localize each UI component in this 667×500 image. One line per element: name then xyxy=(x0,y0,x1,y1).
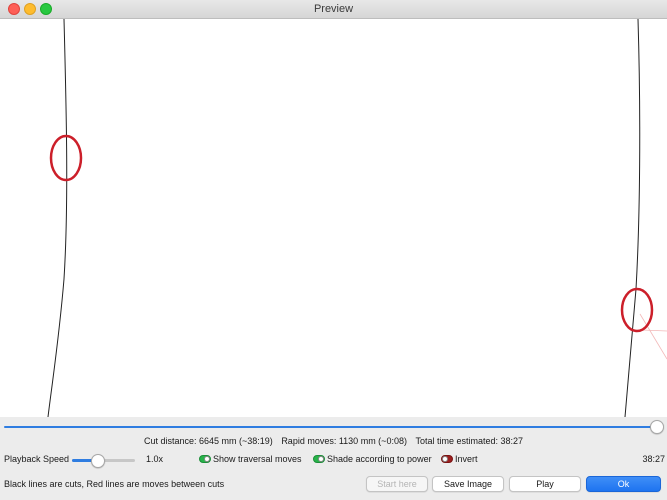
toggle-knob xyxy=(442,456,448,462)
save-image-button[interactable]: Save Image xyxy=(432,476,504,492)
play-button[interactable]: Play xyxy=(509,476,581,492)
traversal-move-line xyxy=(639,313,667,360)
cut-path-right xyxy=(624,19,641,417)
cut-distance: Cut distance: 6645 mm (~38:19) xyxy=(143,436,273,446)
highlight-circle xyxy=(620,287,654,333)
elapsed-time: 38:27 xyxy=(642,454,665,464)
preview-drawing xyxy=(47,19,667,417)
total-time: Total time estimated: 38:27 xyxy=(415,436,524,446)
toggle-knob xyxy=(204,456,210,462)
playback-timeline[interactable] xyxy=(0,418,667,434)
shade-power-toggle-label[interactable]: Shade according to power xyxy=(327,454,432,464)
playback-speed-value: 1.0x xyxy=(146,454,164,464)
timeline-track[interactable] xyxy=(4,426,655,428)
traversal-toggle[interactable] xyxy=(199,455,211,463)
preview-canvas[interactable] xyxy=(0,19,667,417)
timeline-knob[interactable] xyxy=(650,420,664,434)
playback-speed-slider[interactable] xyxy=(72,454,135,468)
ok-button[interactable]: Ok xyxy=(586,476,661,492)
highlight-circle xyxy=(49,134,83,182)
shade-power-toggle[interactable] xyxy=(313,455,325,463)
window-title: Preview xyxy=(313,3,354,15)
speed-slider-knob[interactable] xyxy=(91,454,105,468)
playback-controls: Playback Speed 1.0x Show traversal moves… xyxy=(0,453,667,468)
title-bar: Preview xyxy=(0,0,667,19)
stats-line: Cut distance: 6645 mm (~38:19) Rapid mov… xyxy=(0,436,667,446)
cut-path-left xyxy=(47,19,68,417)
invert-toggle-label[interactable]: Invert xyxy=(455,454,478,464)
legend-hint: Black lines are cuts, Red lines are move… xyxy=(4,479,225,489)
start-here-button[interactable]: Start here xyxy=(366,476,428,492)
toggle-knob xyxy=(318,456,324,462)
traversal-move-line xyxy=(641,329,667,332)
invert-toggle[interactable] xyxy=(441,455,453,463)
playback-speed-label: Playback Speed xyxy=(4,454,70,464)
rapid-moves: Rapid moves: 1130 mm (~0:08) xyxy=(281,436,407,446)
traversal-toggle-label[interactable]: Show traversal moves xyxy=(213,454,302,464)
footer-bar: Black lines are cuts, Red lines are move… xyxy=(0,476,667,494)
